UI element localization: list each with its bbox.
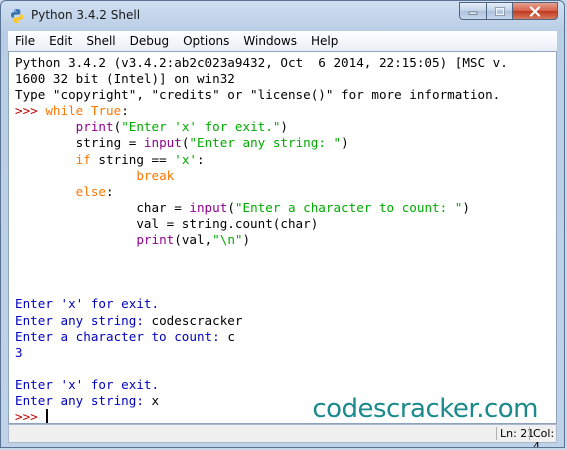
close-icon	[529, 5, 541, 17]
keyword-token: break	[136, 167, 175, 183]
builtin-token: print	[136, 232, 175, 248]
builtin-token: print	[75, 119, 114, 135]
status-bar: Ln: 21 Col: 4	[8, 424, 557, 447]
string-token: 'x'	[174, 151, 197, 167]
keyword-token: while	[45, 103, 84, 119]
code-token: )	[242, 232, 251, 248]
shell-prompt: >>>	[15, 409, 46, 424]
maximize-button[interactable]	[486, 2, 512, 20]
shell-prompt: >>>	[15, 103, 46, 119]
code-token: :	[121, 103, 129, 119]
string-token: "\n"	[212, 232, 243, 248]
stdout-line: Enter any string:	[15, 392, 152, 408]
minimize-button[interactable]	[459, 2, 486, 20]
code-token: (val,	[174, 232, 213, 248]
user-input: codescracker	[151, 312, 243, 328]
menu-debug[interactable]: Debug	[123, 31, 176, 51]
close-button[interactable]	[512, 2, 558, 20]
text-cursor	[46, 409, 49, 423]
code-token: )	[280, 119, 289, 135]
string-token: "Enter a character to count: "	[234, 199, 463, 215]
shell-window: Python 3.4.2 Shell File Edit Shell Debug…	[0, 0, 565, 448]
window-controls	[459, 2, 558, 21]
builtin-token: input	[189, 199, 228, 215]
code-token: string ==	[90, 151, 175, 167]
stdout-line: Enter a character to count:	[15, 328, 228, 344]
menu-bar: File Edit Shell Debug Options Windows He…	[8, 31, 557, 51]
maximize-icon	[494, 6, 505, 16]
code-token: )	[462, 199, 470, 215]
menu-options[interactable]: Options	[176, 31, 236, 51]
window-title: Python 3.4.2 Shell	[31, 8, 141, 22]
shell-output: Python 3.4.2 (v3.4.2:ab2c023a9432, Oct 6…	[15, 55, 508, 424]
watermark-text: codescracker.com	[312, 394, 538, 424]
minimize-icon	[468, 11, 478, 15]
string-token: "Enter any string: "	[189, 135, 342, 151]
column-indicator: Col: 4	[529, 427, 557, 447]
code-token: (	[227, 199, 235, 215]
menu-shell[interactable]: Shell	[79, 31, 122, 51]
keyword-token: else	[75, 183, 107, 199]
menu-file[interactable]: File	[8, 31, 42, 51]
keyword-token: True	[90, 103, 122, 119]
string-token: "Enter 'x' for exit."	[121, 119, 281, 135]
shell-text-area[interactable]: Python 3.4.2 (v3.4.2:ab2c023a9432, Oct 6…	[8, 51, 557, 424]
menu-windows[interactable]: Windows	[236, 31, 304, 51]
user-input: c	[227, 328, 235, 344]
menu-help[interactable]: Help	[304, 31, 345, 51]
banner-line: Type "copyright", "credits" or "license(…	[15, 87, 501, 103]
code-token: )	[341, 135, 349, 151]
stdout-line: 3	[15, 344, 23, 360]
python-icon	[11, 9, 23, 23]
stdout-line: Enter 'x' for exit.	[15, 296, 160, 312]
keyword-token: if	[75, 151, 91, 167]
banner-line: 1600 32 bit (Intel)] on win32	[15, 71, 235, 87]
menu-edit[interactable]: Edit	[42, 31, 79, 51]
banner-line: Python 3.4.2 (v3.4.2:ab2c023a9432, Oct 6…	[15, 55, 508, 70]
title-bar[interactable]: Python 3.4.2 Shell	[1, 1, 564, 31]
user-input: x	[151, 392, 160, 408]
stdout-line: Enter 'x' for exit.	[15, 376, 160, 392]
code-token: char =	[15, 199, 190, 215]
code-token: :	[106, 183, 114, 199]
code-token: val = string.count(char)	[15, 215, 319, 231]
builtin-token: input	[143, 135, 182, 151]
stdout-line: Enter any string:	[15, 312, 152, 328]
code-token: string =	[15, 135, 144, 151]
code-token: :	[197, 151, 205, 167]
